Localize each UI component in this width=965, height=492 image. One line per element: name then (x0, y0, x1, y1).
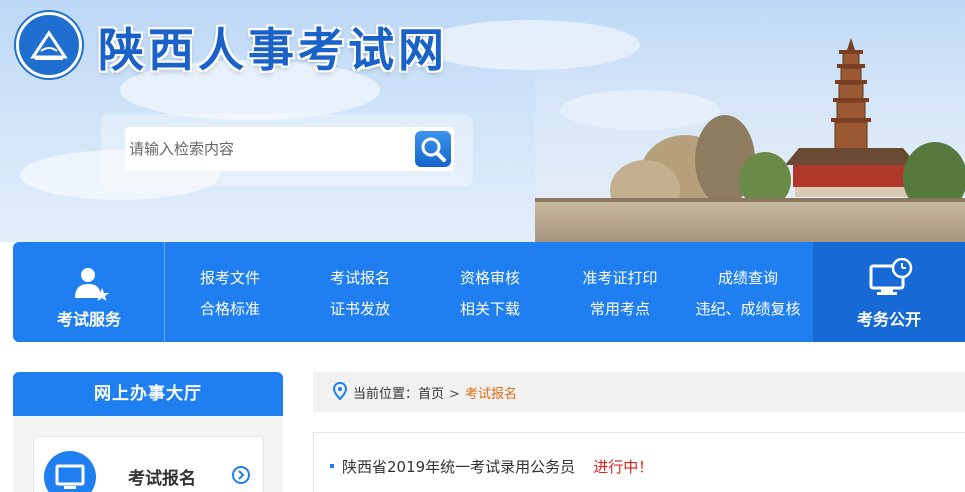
nav-link-admission-print[interactable]: 准考证打印 (582, 267, 657, 288)
search-icon (421, 137, 446, 162)
user-star-icon (75, 268, 109, 301)
nav-link-exam-register[interactable]: 考试报名 (330, 267, 390, 288)
list-item-title[interactable]: 陕西省2019年统一考试录用公务员 (342, 458, 575, 476)
nav-link-certificate-issue[interactable]: 证书发放 (330, 298, 390, 319)
arrow-right-circle-icon[interactable] (232, 466, 250, 484)
breadcrumb-home[interactable]: 首页 (418, 387, 444, 402)
bullet-dot-icon (330, 463, 334, 468)
nav-link-qualification-review[interactable]: 资格审核 (460, 267, 520, 288)
nav-link-violation-recheck[interactable]: 违纪、成绩复核 (695, 298, 800, 319)
exam-affairs-label: 考务公开 (856, 310, 921, 329)
nav-link-common-venues[interactable]: 常用考点 (590, 298, 650, 319)
nav-link-pass-standard[interactable]: 合格标准 (200, 298, 260, 319)
breadcrumb-separator: > (449, 387, 460, 402)
exam-service-label: 考试服务 (56, 310, 121, 329)
search-input[interactable] (125, 127, 411, 171)
breadcrumb-prefix: 当前位置： (353, 387, 419, 402)
site-title: 陕西人事考试网 (98, 23, 448, 77)
exam-service-section[interactable]: 考试服务 (13, 242, 165, 342)
site-logo[interactable] (16, 12, 82, 78)
list-item[interactable]: 陕西省2019年统一考试录用公务员 进行中！ (330, 456, 653, 477)
nav-link-exam-docs[interactable]: 报考文件 (200, 267, 260, 288)
nav-link-score-query[interactable]: 成绩查询 (718, 267, 778, 288)
sidebar-card-label: 考试报名 (128, 469, 196, 489)
page-root: 陕西人事考试网 考试服务 报考文件 考试报名 资格审核 准考证打印 成绩查询 合… (0, 0, 965, 492)
logo-emblem-icon (23, 19, 75, 71)
breadcrumb-current: 考试报名 (464, 387, 517, 402)
exam-affairs-section[interactable]: 考务公开 (813, 242, 965, 342)
header-banner: 陕西人事考试网 (0, 0, 965, 242)
sidebar-title: 网上办事大厅 (13, 372, 283, 416)
main-nav: 考试服务 报考文件 考试报名 资格审核 准考证打印 成绩查询 合格标准 证书发放… (13, 242, 965, 342)
breadcrumb: 当前位置：首页 > 考试报名 (353, 383, 517, 402)
status-badge: 进行中！ (593, 458, 654, 476)
nav-link-downloads[interactable]: 相关下载 (460, 298, 520, 319)
location-pin-icon (333, 382, 347, 400)
monitor-clock-icon (869, 258, 913, 295)
search-button[interactable] (411, 127, 454, 171)
sidebar-card-exam-register[interactable]: 考试报名 (33, 436, 264, 492)
pagoda-scene-illustration (535, 0, 965, 242)
monitor-icon (44, 451, 96, 492)
